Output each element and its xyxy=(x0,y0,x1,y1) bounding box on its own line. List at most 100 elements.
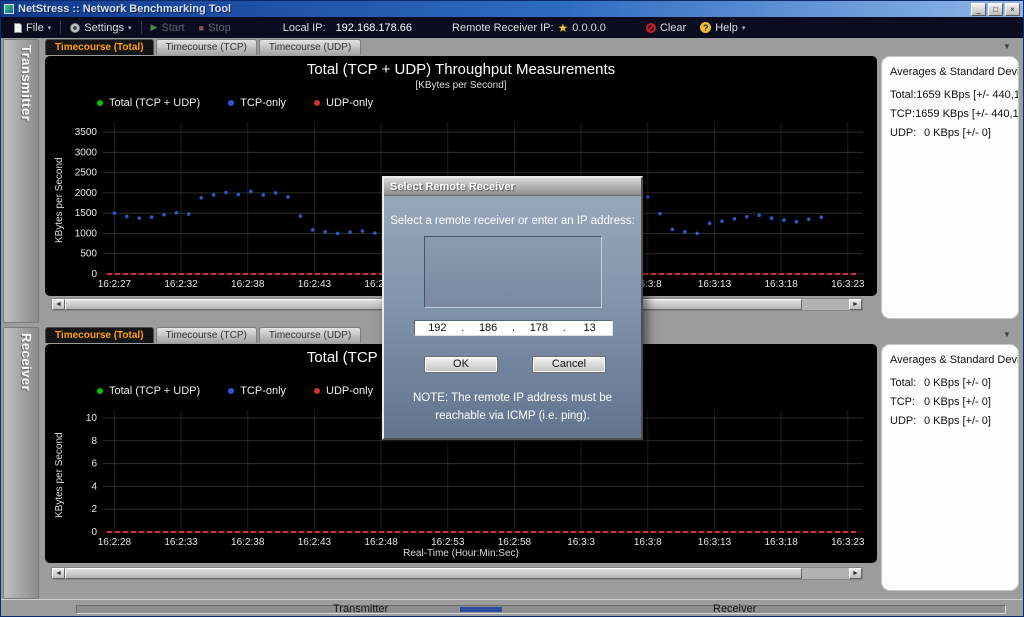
cancel-button[interactable]: Cancel xyxy=(532,356,606,373)
ip-address-input[interactable]: 192 . 186 . 178 . 13 xyxy=(414,320,613,336)
toolbar-separator xyxy=(141,21,142,34)
svg-text:16:2:53: 16:2:53 xyxy=(431,537,465,548)
ip-octet-2[interactable]: 186 xyxy=(466,322,511,334)
scroll-right-icon[interactable]: ► xyxy=(849,568,862,579)
start-button-label: Start xyxy=(161,22,184,34)
ip-octet-1[interactable]: 192 xyxy=(415,322,460,334)
minimize-button[interactable]: _ xyxy=(971,3,986,16)
help-menu-label: Help xyxy=(715,22,738,34)
stop-icon: ■ xyxy=(199,23,204,33)
titlebar[interactable]: NetStress :: Network Benchmarking Tool _… xyxy=(1,1,1023,17)
local-ip-label: Local IP: xyxy=(283,22,326,34)
stat-tcp-label: TCP: xyxy=(890,108,915,120)
transmitter-side-label: Transmitter xyxy=(19,45,34,121)
svg-text:6: 6 xyxy=(91,459,97,470)
maximize-button[interactable]: □ xyxy=(988,3,1003,16)
svg-text:1000: 1000 xyxy=(75,228,98,239)
help-icon: ? xyxy=(700,22,711,33)
legend-udp-dot xyxy=(314,388,320,394)
x-axis-label: Real-Time (Hour:Min:Sec) xyxy=(45,548,877,559)
clear-button[interactable]: Clear xyxy=(639,17,693,38)
receiver-scrollbar[interactable]: ◄ ► xyxy=(51,567,863,580)
start-button[interactable]: ▶ Start xyxy=(144,17,192,38)
tab-timecourse-tcp[interactable]: Timecourse (TCP) xyxy=(156,327,257,343)
tab-timecourse-tcp[interactable]: Timecourse (TCP) xyxy=(156,39,257,55)
svg-text:16:3:23: 16:3:23 xyxy=(831,279,865,290)
window-title: NetStress :: Network Benchmarking Tool xyxy=(18,3,967,15)
clear-icon xyxy=(646,23,656,33)
collapse-chevron-icon[interactable]: ▼ xyxy=(1003,331,1011,338)
stat-total-value: 1659 KBps [+/- 440,11] xyxy=(916,89,1019,101)
svg-text:4: 4 xyxy=(91,481,97,492)
stat-total-value: 0 KBps [+/- 0] xyxy=(924,377,991,389)
stop-button[interactable]: ■ Stop xyxy=(192,17,238,38)
scroll-track[interactable] xyxy=(65,568,849,579)
stat-udp-label: UDP: xyxy=(890,127,924,139)
legend-udp-dot xyxy=(314,100,320,106)
legend-tcp-label: TCP-only xyxy=(240,97,286,109)
ok-button[interactable]: OK xyxy=(424,356,498,373)
close-button[interactable]: × xyxy=(1005,3,1020,16)
app-window: NetStress :: Network Benchmarking Tool _… xyxy=(0,0,1024,617)
stat-udp-value: 0 KBps [+/- 0] xyxy=(924,415,991,427)
stat-tcp-value: 1659 KBps [+/- 440,11] xyxy=(915,108,1019,120)
tab-timecourse-total[interactable]: Timecourse (Total) xyxy=(45,327,154,343)
legend-udp-label: UDP-only xyxy=(326,97,373,109)
svg-text:0: 0 xyxy=(91,269,97,280)
legend-tcp-label: TCP-only xyxy=(240,385,286,397)
progress-track xyxy=(76,605,1006,614)
file-icon xyxy=(14,23,22,33)
scroll-left-icon[interactable]: ◄ xyxy=(52,299,65,310)
legend-udp-label: UDP-only xyxy=(326,385,373,397)
svg-text:2: 2 xyxy=(91,504,97,515)
help-menu[interactable]: ? Help ▾ xyxy=(693,17,752,38)
statusbar-transmitter-label: Transmitter xyxy=(333,603,388,615)
dialog-titlebar[interactable]: Select Remote Receiver xyxy=(384,178,641,196)
chart-legend: Total (TCP + UDP) TCP-only UDP-only xyxy=(97,385,373,397)
file-menu[interactable]: File ▾ xyxy=(7,17,58,38)
legend-tcp-dot xyxy=(228,388,234,394)
tab-timecourse-udp[interactable]: Timecourse (UDP) xyxy=(259,39,361,55)
svg-text:16:2:32: 16:2:32 xyxy=(164,279,198,290)
status-bar: Transmitter Receiver xyxy=(1,599,1023,617)
gear-icon xyxy=(70,23,80,33)
app-icon xyxy=(4,4,14,14)
scroll-left-icon[interactable]: ◄ xyxy=(52,568,65,579)
settings-menu[interactable]: Settings ▾ xyxy=(63,17,138,38)
svg-text:16:3:8: 16:3:8 xyxy=(634,537,662,548)
stats-title: Averages & Standard Deviation xyxy=(890,354,1010,366)
scroll-right-icon[interactable]: ► xyxy=(849,299,862,310)
remote-ip-value: 0.0.0.0 xyxy=(572,22,606,34)
svg-text:3000: 3000 xyxy=(75,147,98,158)
legend-total-dot xyxy=(97,100,103,106)
svg-text:16:2:33: 16:2:33 xyxy=(164,537,198,548)
select-remote-receiver-dialog: Select Remote Receiver Select a remote r… xyxy=(382,176,643,440)
scroll-thumb[interactable] xyxy=(65,568,802,579)
tab-timecourse-total[interactable]: Timecourse (Total) xyxy=(45,39,154,55)
collapse-chevron-icon[interactable]: ▼ xyxy=(1003,43,1011,50)
svg-text:8: 8 xyxy=(91,436,97,447)
svg-text:16:3:18: 16:3:18 xyxy=(764,537,798,548)
svg-text:0: 0 xyxy=(91,527,97,538)
stat-total-label: Total: xyxy=(890,377,924,389)
ip-octet-3[interactable]: 178 xyxy=(517,322,562,334)
chart-subtitle: [KBytes per Second] xyxy=(45,80,877,91)
stats-title: Averages & Standard Deviation xyxy=(890,66,1010,78)
svg-text:500: 500 xyxy=(80,249,97,260)
tab-timecourse-udp[interactable]: Timecourse (UDP) xyxy=(259,327,361,343)
svg-text:16:3:13: 16:3:13 xyxy=(698,279,732,290)
progress-fill xyxy=(460,607,502,612)
stop-button-label: Stop xyxy=(208,22,231,34)
clear-button-label: Clear xyxy=(660,22,686,34)
toolbar-separator xyxy=(60,21,61,34)
svg-text:1500: 1500 xyxy=(75,208,98,219)
local-ip-value: 192.168.178.66 xyxy=(336,22,412,34)
star-icon: ★ xyxy=(558,21,569,35)
dialog-note-line1: NOTE: The remote IP address must be xyxy=(384,389,641,407)
stat-tcp-value: 0 KBps [+/- 0] xyxy=(924,396,991,408)
svg-text:10: 10 xyxy=(86,413,98,424)
remote-receiver-listbox[interactable] xyxy=(424,236,602,308)
ip-octet-4[interactable]: 13 xyxy=(567,322,612,334)
dialog-note: NOTE: The remote IP address must be reac… xyxy=(384,389,641,425)
stat-total-label: Total: xyxy=(890,89,916,101)
